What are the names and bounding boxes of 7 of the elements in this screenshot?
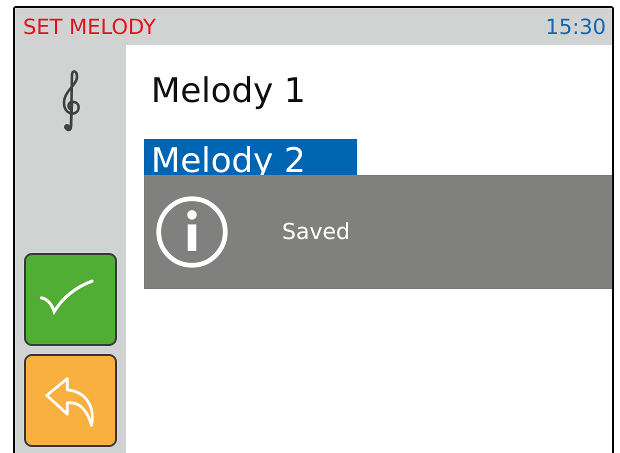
- back-button[interactable]: [24, 354, 117, 447]
- confirm-button[interactable]: [24, 253, 117, 346]
- info-icon: [154, 194, 230, 270]
- toast-message: Saved: [282, 220, 350, 244]
- clock-time: 15:30: [545, 14, 606, 38]
- melody-item[interactable]: Melody 1: [144, 69, 357, 113]
- screen-title: SET MELODY: [23, 14, 156, 38]
